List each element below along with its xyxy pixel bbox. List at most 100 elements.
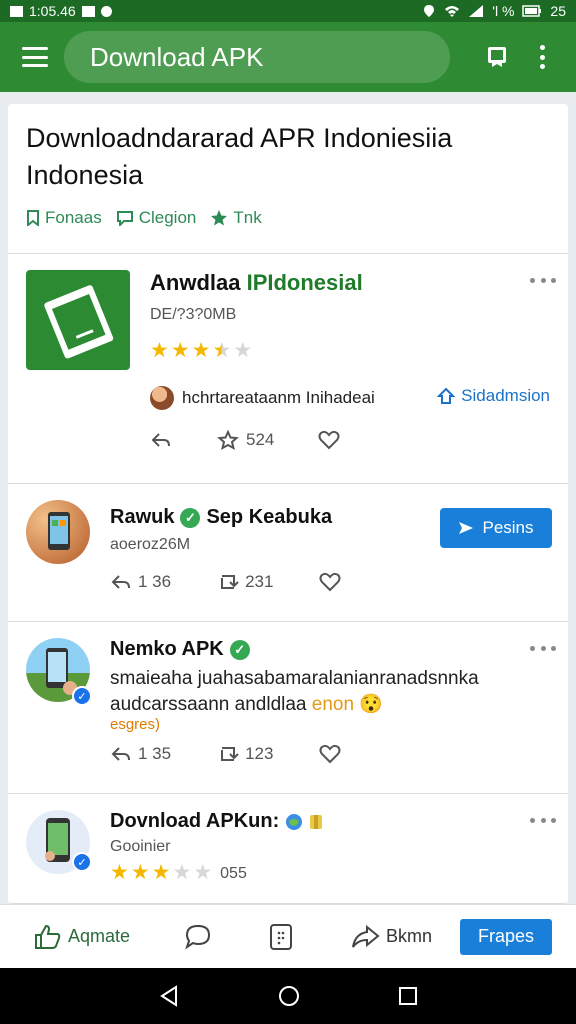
- star-outline-icon: [217, 430, 239, 450]
- file-size: DE/?3?0MB: [150, 306, 237, 323]
- follow-button[interactable]: Pesins: [440, 508, 552, 548]
- star-icon: ★: [233, 339, 253, 362]
- post-user[interactable]: ✓ Dovnload APKun: Gooinier ★ ★ ★ ★ ★ 055: [8, 794, 568, 904]
- status-time: 1:05.46: [29, 3, 76, 19]
- rating-count: 055: [220, 865, 247, 882]
- like-action[interactable]: Aqmate: [34, 924, 130, 950]
- app-thumbnail[interactable]: [26, 270, 130, 370]
- author-name: hchrtareataanm Inihadeai: [182, 388, 375, 407]
- phone-image: [48, 512, 70, 550]
- user-handle: aoeroz26M: [110, 536, 191, 553]
- reply-button[interactable]: 1 36: [110, 572, 171, 592]
- star-icon: ★: [193, 861, 213, 884]
- repost-button[interactable]: 123: [217, 744, 273, 764]
- bookmark-icon: [27, 210, 39, 226]
- like-button[interactable]: [318, 430, 340, 450]
- reply-button[interactable]: [150, 431, 172, 449]
- verified-icon: ✓: [72, 686, 92, 706]
- half-star-icon: ★: [212, 339, 232, 362]
- repost-button[interactable]: 231: [217, 572, 273, 592]
- reply-icon: [111, 747, 130, 761]
- app-bar: Download APK: [0, 22, 576, 92]
- avatar[interactable]: [26, 500, 90, 564]
- system-nav-bar: [0, 968, 576, 1024]
- primary-action-button[interactable]: Frapes: [460, 918, 552, 955]
- signal-icon: [469, 5, 484, 17]
- user-name[interactable]: Nemko APK ✓: [110, 638, 250, 661]
- star-icon: [211, 210, 228, 226]
- hashtag[interactable]: esgres): [110, 716, 160, 733]
- rating-stars: ★ ★ ★ ★ ★: [150, 338, 252, 363]
- star-icon: ★: [130, 861, 150, 884]
- user-handle: Gooinier: [110, 838, 171, 855]
- avatar: [150, 386, 174, 410]
- reply-button[interactable]: 1 35: [110, 744, 171, 764]
- chip-clegion[interactable]: Clegion: [116, 208, 197, 228]
- notification-icon: [100, 5, 112, 17]
- chip-tnk[interactable]: Tnk: [210, 208, 262, 228]
- chip-fonaas[interactable]: Fonaas: [26, 208, 102, 228]
- repost-icon: [221, 575, 239, 589]
- clipboard-icon: [270, 923, 293, 950]
- chip-label: Clegion: [138, 208, 197, 227]
- message-icon: [185, 924, 211, 949]
- verified-icon: ✓: [229, 639, 250, 660]
- document-action[interactable]: [268, 923, 294, 951]
- book-icon[interactable]: [484, 44, 510, 70]
- share-count-button[interactable]: 524: [216, 430, 274, 450]
- home-outline-icon: [437, 387, 456, 404]
- like-button[interactable]: [319, 572, 341, 592]
- mail-icon: [10, 5, 23, 17]
- chip-label: Fonaas: [45, 208, 102, 227]
- star-icon: ★: [172, 861, 192, 884]
- user-name[interactable]: Rawuk ✓ Sep Keabuka: [110, 506, 332, 529]
- star-icon: ★: [170, 339, 190, 362]
- post-actions: 1 36 231: [110, 572, 341, 592]
- post-actions: 524: [150, 430, 340, 450]
- like-button[interactable]: [319, 744, 341, 764]
- repost-icon: [221, 747, 239, 761]
- heart-icon: [319, 572, 341, 592]
- more-vert-icon[interactable]: [538, 45, 546, 69]
- reply-icon: [111, 575, 130, 589]
- star-icon: ★: [110, 861, 129, 884]
- heart-icon: [319, 744, 341, 764]
- star-icon: ★: [191, 339, 211, 362]
- back-icon[interactable]: [158, 985, 180, 1007]
- post-actions: 1 35 123: [110, 744, 341, 764]
- chip-row: Fonaas Clegion Tnk: [26, 208, 550, 228]
- action-link[interactable]: Sidadmsion: [437, 386, 550, 406]
- document-icon: [44, 285, 114, 359]
- share-icon: [352, 924, 380, 948]
- package-icon: [310, 814, 323, 829]
- post-body: smaieaha juahasabamaralanianranadsnnka a…: [110, 668, 479, 715]
- rating-stars: ★ ★ ★ ★ ★ 055: [110, 860, 247, 888]
- more-horiz-icon[interactable]: [530, 644, 556, 652]
- user-name[interactable]: Dovnload APKun:: [110, 810, 323, 833]
- page-header: Downloadndararad APR Indoniesiia Indones…: [8, 104, 568, 254]
- search-field[interactable]: Download APK: [64, 31, 450, 83]
- signal-text: 'l %: [492, 3, 515, 19]
- post-user[interactable]: ✓ Nemko APK ✓ smaieaha juahasabamaralani…: [8, 622, 568, 794]
- more-horiz-icon[interactable]: [530, 816, 556, 824]
- more-horiz-icon[interactable]: [530, 276, 556, 284]
- location-icon: [424, 5, 435, 17]
- author-row[interactable]: hchrtareataanm Inihadeai: [150, 386, 375, 410]
- share-action[interactable]: Bkmn: [350, 924, 432, 950]
- comment-action[interactable]: [184, 924, 212, 950]
- wifi-icon: [445, 6, 460, 17]
- page-title: Downloadndararad APR Indoniesiia Indones…: [26, 123, 453, 190]
- post-app-listing[interactable]: Anwdlaa IPIdonesial DE/?3?0MB ★ ★ ★ ★ ★ …: [8, 254, 568, 484]
- battery-icon: [522, 5, 542, 17]
- verified-icon: ✓: [180, 507, 201, 528]
- menu-icon[interactable]: [22, 47, 48, 67]
- post-user[interactable]: Rawuk ✓ Sep Keabuka aoeroz26M Pesins 1 3…: [8, 484, 568, 622]
- content-feed: Downloadndararad APR Indoniesiia Indones…: [8, 104, 568, 904]
- recents-icon[interactable]: [398, 986, 418, 1006]
- verified-icon: ✓: [72, 852, 92, 872]
- send-icon: [459, 522, 474, 534]
- reply-icon: [151, 433, 170, 447]
- home-icon[interactable]: [277, 984, 301, 1008]
- image-icon: [81, 5, 95, 17]
- star-icon: ★: [150, 339, 169, 362]
